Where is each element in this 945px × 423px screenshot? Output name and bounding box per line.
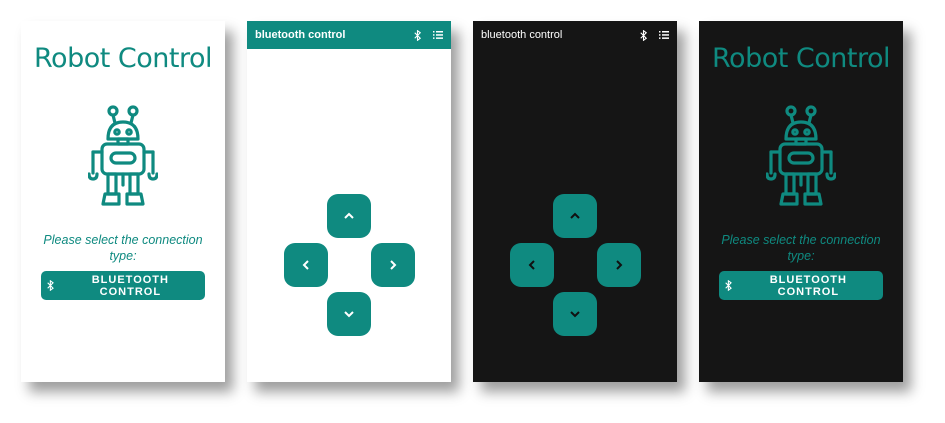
- bluetooth-control-button[interactable]: BLUETOOTH CONTROL: [41, 271, 205, 300]
- app-bar: bluetooth control: [247, 21, 451, 49]
- chevron-left-icon: [302, 260, 309, 270]
- robot-icon: [88, 105, 158, 206]
- left-button[interactable]: [510, 243, 554, 287]
- up-button[interactable]: [327, 194, 371, 238]
- chevron-right-icon: [616, 260, 623, 270]
- bluetooth-icon[interactable]: [640, 29, 647, 41]
- left-button[interactable]: [284, 243, 328, 287]
- bluetooth-icon: [725, 280, 732, 291]
- control-screen-dark: bluetooth control: [473, 21, 677, 382]
- chevron-down-icon: [344, 311, 354, 318]
- welcome-screen-dark: Robot Control Please select the connecti…: [699, 21, 903, 382]
- chevron-left-icon: [528, 260, 535, 270]
- bluetooth-icon[interactable]: [414, 29, 421, 41]
- down-button[interactable]: [327, 292, 371, 336]
- app-title: Robot Control: [712, 43, 891, 74]
- appbar-title: bluetooth control: [481, 29, 563, 41]
- bluetooth-control-button[interactable]: BLUETOOTH CONTROL: [719, 271, 883, 300]
- connection-prompt: Please select the connection type:: [721, 233, 881, 263]
- connection-prompt: Please select the connection type:: [43, 233, 203, 263]
- chevron-up-icon: [344, 212, 354, 219]
- bluetooth-icon: [47, 280, 54, 291]
- up-button[interactable]: [553, 194, 597, 238]
- control-screen-light: bluetooth control: [247, 21, 451, 382]
- right-button[interactable]: [597, 243, 641, 287]
- appbar-title: bluetooth control: [255, 29, 346, 41]
- app-title: Robot Control: [34, 43, 213, 74]
- welcome-screen-light: Robot Control Please select the connecti…: [21, 21, 225, 382]
- list-icon[interactable]: [433, 31, 443, 39]
- app-bar: bluetooth control: [473, 21, 677, 49]
- robot-icon: [766, 105, 836, 206]
- right-button[interactable]: [371, 243, 415, 287]
- chevron-right-icon: [390, 260, 397, 270]
- button-label: BLUETOOTH CONTROL: [769, 273, 847, 298]
- list-icon[interactable]: [659, 31, 669, 39]
- chevron-up-icon: [570, 212, 580, 219]
- chevron-down-icon: [570, 311, 580, 318]
- down-button[interactable]: [553, 292, 597, 336]
- button-label: BLUETOOTH CONTROL: [91, 273, 169, 298]
